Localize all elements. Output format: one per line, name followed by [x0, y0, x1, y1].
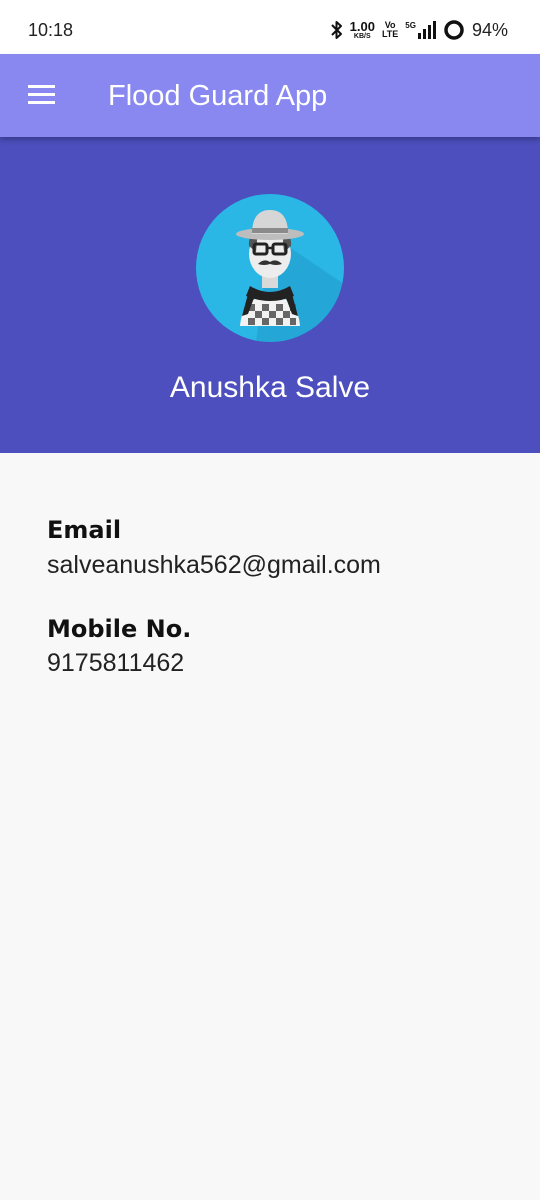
signal-icon: 5G [405, 21, 436, 39]
status-bar: 10:18 1.00 KB/S Vo LTE 5G 94% [0, 0, 540, 54]
network-speed-unit: KB/S [353, 33, 371, 40]
profile-header: Anushka Salve [0, 137, 540, 453]
bluetooth-icon [330, 20, 343, 40]
email-value: salveanushka562@gmail.com [47, 551, 381, 579]
email-label: Email [47, 516, 122, 544]
network-type: 5G [405, 21, 416, 30]
mobile-label: Mobile No. [47, 615, 192, 643]
status-time: 10:18 [28, 20, 74, 40]
network-speed-value: 1.00 [349, 19, 375, 34]
user-avatar-icon [196, 194, 344, 342]
volte-indicator: Vo LTE [382, 21, 398, 39]
profile-name: Anushka Salve [169, 371, 371, 404]
battery-icon [443, 19, 465, 41]
menu-icon[interactable] [26, 82, 58, 108]
app-bar: Flood Guard App [0, 54, 540, 137]
status-icons: 1.00 KB/S Vo LTE 5G 94% [330, 17, 508, 43]
profile-details: Email salveanushka562@gmail.com Mobile N… [0, 453, 540, 1200]
mobile-value: 9175811462 [47, 649, 185, 677]
volte-bottom: LTE [381, 29, 399, 39]
app-title: Flood Guard App [108, 80, 328, 112]
network-speed: 1.00 KB/S [350, 20, 375, 40]
battery-percent: 94% [471, 19, 508, 40]
